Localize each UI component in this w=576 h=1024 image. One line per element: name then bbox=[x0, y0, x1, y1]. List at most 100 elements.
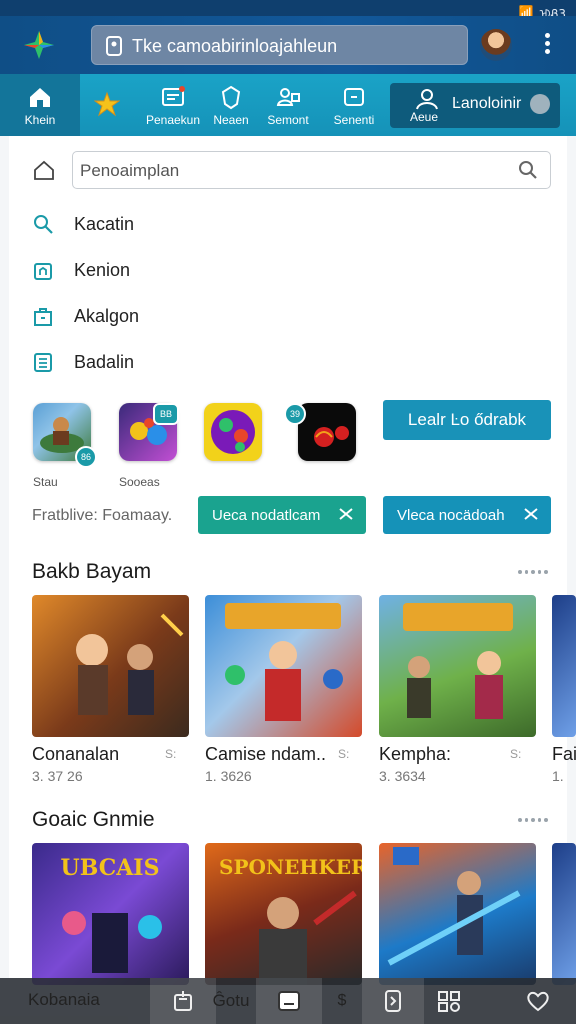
section-title: Bakb Bayam bbox=[32, 560, 152, 583]
device-icon bbox=[385, 990, 401, 1012]
tab-news[interactable]: Neaen bbox=[206, 74, 256, 136]
tab-social[interactable]: Semont bbox=[260, 74, 316, 136]
app-icon[interactable] bbox=[204, 403, 262, 461]
app-caption: Stau bbox=[33, 475, 58, 489]
primary-action-button[interactable]: Lealr Ŀo ődrabk bbox=[383, 400, 551, 440]
top-search-text: Tke camoabirinloajahleun bbox=[132, 36, 338, 56]
bottom-tab-inbox[interactable] bbox=[256, 978, 322, 1024]
search-icon bbox=[34, 215, 53, 234]
tile-subtitle: 3. 3634 bbox=[379, 768, 426, 784]
app-icon[interactable] bbox=[298, 403, 356, 461]
game-tile[interactable]: SPONEHKER bbox=[205, 843, 362, 985]
game-tile[interactable] bbox=[552, 843, 576, 985]
tile-banner: SPONEHKER bbox=[219, 855, 362, 879]
shield-icon bbox=[221, 85, 241, 109]
magnifier-icon[interactable] bbox=[518, 160, 538, 180]
featured-button-label: Vleca nocädoah bbox=[397, 506, 505, 524]
menu-label: Badalin bbox=[74, 351, 135, 372]
tile-meta: S: bbox=[165, 747, 177, 761]
app-badge: BB bbox=[153, 403, 179, 425]
menu-item-bag[interactable]: Akalgon bbox=[32, 301, 139, 331]
game-tile[interactable] bbox=[379, 595, 536, 737]
bottom-navigation: Kobanaia Ĝotu $ bbox=[0, 978, 576, 1024]
account-label: Ŀanoloinir bbox=[452, 95, 522, 112]
menu-label: Akalgon bbox=[74, 305, 140, 326]
more-options-icon[interactable] bbox=[540, 32, 554, 58]
app-logo-icon[interactable] bbox=[22, 28, 56, 62]
bag-icon bbox=[34, 308, 52, 326]
tile-subtitle: 1. bbox=[552, 768, 564, 784]
home-icon bbox=[30, 87, 50, 107]
shuffle-icon bbox=[524, 508, 538, 520]
more-icon[interactable] bbox=[518, 570, 548, 576]
bottom-tab-home[interactable]: Kobanaia bbox=[0, 978, 150, 1024]
tile-meta: S: bbox=[510, 747, 522, 761]
game-art-icon bbox=[403, 603, 513, 719]
tablet-icon bbox=[344, 87, 364, 106]
star-icon bbox=[94, 91, 120, 116]
tab-label: Khein bbox=[24, 112, 56, 127]
tile-title: Conanalan bbox=[32, 744, 120, 764]
bottom-tab-device[interactable] bbox=[362, 978, 424, 1024]
tab-label: Senenti bbox=[333, 112, 375, 127]
user-icon bbox=[416, 89, 438, 110]
bottom-tab-store[interactable]: $ bbox=[322, 978, 362, 1024]
game-art-icon bbox=[211, 410, 255, 454]
status-bar: 📶 ᡅᏰ3 bbox=[0, 0, 576, 21]
section-title: Goaic Gnmie bbox=[32, 808, 155, 831]
menu-item-search[interactable]: Kacatin bbox=[32, 209, 134, 239]
people-icon bbox=[276, 87, 300, 106]
tile-title: Fai bbox=[552, 744, 576, 764]
top-search-bar[interactable]: Tke camoabirinloajahleun bbox=[91, 25, 468, 65]
game-tile[interactable] bbox=[205, 595, 362, 737]
menu-label: Kacatin bbox=[74, 213, 135, 234]
search-placeholder: Penoaimplan bbox=[80, 161, 180, 180]
tab-messages[interactable]: Penaekun bbox=[142, 74, 204, 136]
menu-label: Kenion bbox=[74, 259, 131, 280]
tab-home[interactable]: Khein bbox=[0, 74, 80, 136]
featured-button-1[interactable]: Ueca nodatlcam bbox=[198, 496, 366, 534]
bottom-tab-label: Kobanaia bbox=[28, 990, 100, 1009]
app-badge: 86 bbox=[75, 446, 97, 468]
account-button[interactable]: Aeue Ŀanoloinir bbox=[390, 83, 560, 128]
game-art-icon bbox=[314, 426, 349, 447]
game-art-icon bbox=[387, 847, 521, 966]
tab-label: Semont bbox=[267, 112, 309, 127]
shuffle-icon bbox=[339, 508, 353, 520]
grid-icon bbox=[438, 991, 460, 1012]
category-nav: Khein Penaekun Neaen Semont Senenti Aeue… bbox=[0, 74, 576, 136]
gamepad-icon bbox=[530, 94, 550, 114]
featured-label: Fratblive: Foamaay. bbox=[32, 507, 173, 524]
tile-subtitle: 1. 3626 bbox=[205, 768, 252, 784]
tab-label: Penaekun bbox=[145, 112, 201, 127]
game-tile[interactable] bbox=[32, 595, 189, 737]
game-tile[interactable]: UBCAIS bbox=[32, 843, 189, 985]
game-art-icon bbox=[225, 603, 343, 721]
bottom-tab-favorites[interactable] bbox=[510, 978, 566, 1024]
tab-featured[interactable] bbox=[82, 74, 132, 136]
tab-label: Neaen bbox=[213, 112, 249, 127]
bottom-tab-label: Ĝotu bbox=[212, 991, 250, 1010]
search-icon bbox=[106, 36, 122, 56]
tab-devices[interactable]: Senenti bbox=[326, 74, 382, 136]
menu-item-home[interactable]: Kenion bbox=[32, 255, 130, 285]
more-icon[interactable] bbox=[518, 818, 548, 824]
tile-banner: UBCAIS bbox=[60, 855, 160, 881]
game-tile[interactable] bbox=[379, 843, 536, 985]
featured-button-2[interactable]: Vleca nocädoah bbox=[383, 496, 551, 534]
share-icon bbox=[174, 991, 192, 1011]
avatar[interactable] bbox=[480, 29, 512, 61]
bottom-tab-goto[interactable]: Ĝotu bbox=[206, 978, 256, 1024]
search-field[interactable]: Penoaimplan bbox=[72, 151, 551, 189]
inbox-icon bbox=[278, 991, 300, 1011]
bottom-tab-grid[interactable] bbox=[424, 978, 474, 1024]
tile-meta: S: bbox=[338, 747, 350, 761]
menu-item-list[interactable]: Badalin bbox=[32, 347, 134, 377]
home-outline-icon bbox=[34, 263, 52, 280]
home-outline-icon[interactable] bbox=[33, 160, 55, 180]
app-bar: Tke camoabirinloajahleun bbox=[0, 16, 576, 74]
mail-icon bbox=[162, 85, 185, 106]
game-tile[interactable] bbox=[552, 595, 576, 737]
list-icon bbox=[34, 353, 52, 372]
tile-subtitle: 3. 37 26 bbox=[32, 768, 83, 784]
